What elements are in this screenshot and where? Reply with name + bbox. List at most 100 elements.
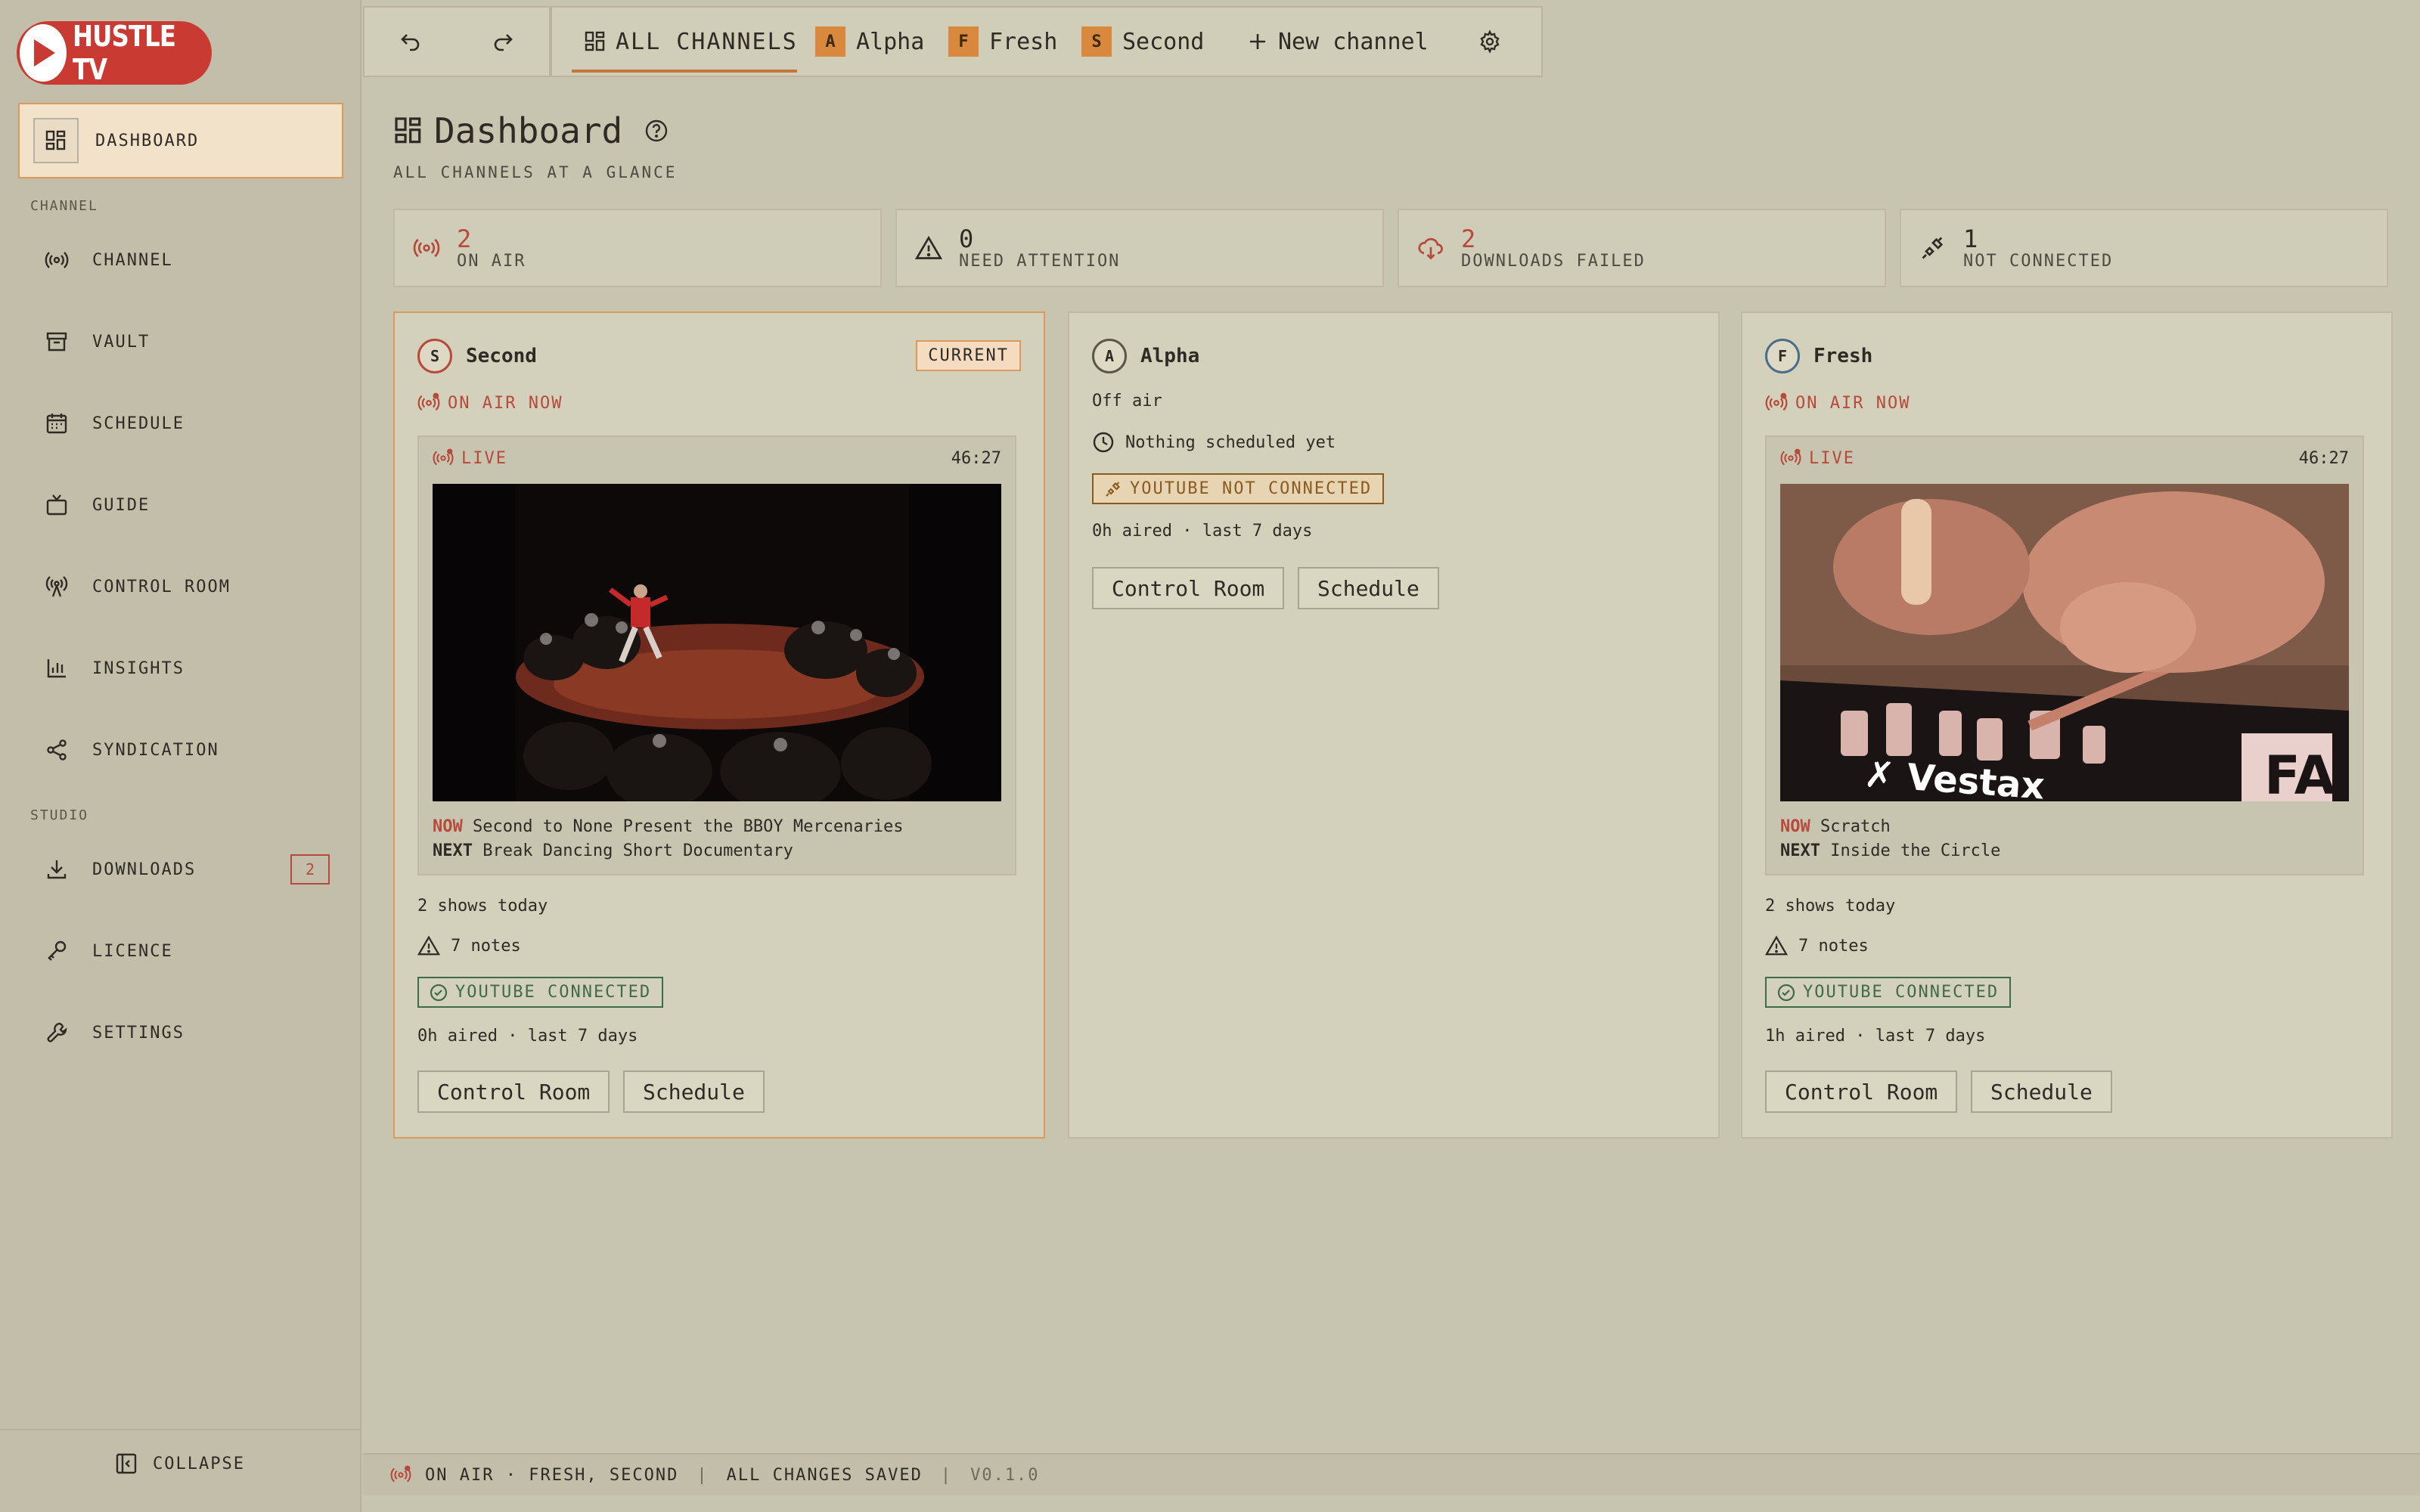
broadcast-icon [417, 392, 440, 414]
plus-icon [1248, 32, 1267, 51]
channel-card-second: S Second CURRENT ON AIR NOW LIVE 46:27 N… [393, 311, 1045, 1139]
channel-avatar: S [417, 339, 452, 373]
help-icon[interactable] [644, 118, 669, 144]
channel-name[interactable]: Second [466, 345, 537, 367]
calendar-icon [44, 411, 70, 436]
tab-label: Alpha [856, 28, 925, 55]
tab-label: Fresh [989, 28, 1058, 55]
sidebar-item-label: SCHEDULE [92, 414, 185, 433]
stat-label: NEED ATTENTION [959, 251, 1121, 271]
clock-icon [1092, 431, 1115, 454]
stat-on-air: 2 ON AIR [393, 209, 882, 287]
share-icon [44, 737, 70, 763]
active-tab-indicator [572, 70, 797, 73]
undo-icon[interactable] [398, 29, 424, 54]
live-time: 46:27 [2298, 448, 2349, 468]
tab-second[interactable]: S Second [1081, 8, 1204, 76]
on-air-status: ON AIR NOW [417, 392, 563, 414]
schedule-button[interactable]: Schedule [1971, 1070, 2112, 1113]
sidebar-item-vault[interactable]: VAULT [44, 319, 150, 364]
sidebar-item-label: DOWNLOADS [92, 860, 197, 879]
control-room-button[interactable]: Control Room [1765, 1070, 1958, 1113]
dashboard-icon [393, 116, 424, 146]
download-icon [44, 857, 70, 882]
tab-label: Second [1122, 28, 1205, 55]
live-preview[interactable]: LIVE 46:27 ✗ Vestax FA NOW Scratch NEXT … [1765, 435, 2364, 875]
channel-name[interactable]: Fresh [1813, 345, 1872, 367]
collapse-label: COLLAPSE [153, 1454, 245, 1473]
now-title: Second to None Present the BBOY Mercenar… [473, 817, 904, 836]
tab-alpha[interactable]: A Alpha [815, 8, 924, 76]
downloads-count-badge: 2 [290, 854, 330, 885]
channel-letter-badge: F [948, 26, 979, 57]
next-title: Inside the Circle [1830, 841, 2001, 860]
sidebar-item-label: INSIGHTS [92, 658, 185, 678]
tab-label: ALL CHANNELS [616, 28, 798, 55]
sidebar-item-label: SYNDICATION [92, 740, 219, 760]
now-tag: NOW [433, 817, 463, 836]
schedule-button[interactable]: Schedule [623, 1070, 765, 1113]
youtube-status-label: YOUTUBE CONNECTED [1803, 983, 2000, 1002]
sidebar-item-label: CHANNEL [92, 250, 173, 270]
control-room-button[interactable]: Control Room [1092, 567, 1285, 609]
tab-fresh[interactable]: F Fresh [948, 8, 1057, 76]
sidebar-item-dashboard[interactable]: DASHBOARD [18, 103, 343, 178]
off-air-status: Off air [1092, 392, 1162, 411]
unplug-icon [1918, 233, 1948, 263]
broadcast-icon [411, 233, 442, 263]
broadcast-icon [433, 448, 454, 469]
new-channel-button[interactable]: New channel [1248, 8, 1429, 76]
history-controls [365, 8, 551, 76]
sidebar-item-schedule[interactable]: SCHEDULE [44, 401, 185, 446]
live-time: 46:27 [951, 448, 1001, 468]
tv-icon [44, 492, 70, 518]
broadcast-icon [44, 247, 70, 273]
settings-button[interactable] [1478, 8, 1502, 76]
next-tag: NEXT [1780, 841, 1820, 860]
control-room-button[interactable]: Control Room [417, 1070, 610, 1113]
sidebar-item-licence[interactable]: LICENCE [44, 928, 173, 974]
page-header: Dashboard [393, 110, 669, 151]
archive-icon [44, 329, 70, 355]
sidebar-item-label: SETTINGS [92, 1023, 185, 1043]
notes-label: 7 notes [1798, 936, 1869, 956]
tab-all-channels[interactable]: ALL CHANNELS [584, 8, 798, 76]
redo-icon[interactable] [490, 29, 516, 54]
now-next: NOW Second to None Present the BBOY Merc… [433, 815, 904, 863]
stat-label: NOT CONNECTED [1963, 251, 2114, 271]
sidebar-item-control-room[interactable]: CONTROL ROOM [44, 564, 231, 609]
sidebar-item-insights[interactable]: INSIGHTS [44, 646, 185, 691]
sidebar-item-label: CONTROL ROOM [92, 577, 231, 596]
schedule-button[interactable]: Schedule [1298, 567, 1439, 609]
sidebar-item-downloads[interactable]: DOWNLOADS [44, 847, 196, 892]
stat-value: 0 [959, 224, 974, 253]
channel-name[interactable]: Alpha [1140, 345, 1199, 367]
channel-avatar: F [1765, 339, 1800, 373]
video-thumbnail: ✗ Vestax FA [1780, 484, 2349, 801]
brand-name: HUSTLE TV [72, 20, 176, 86]
shows-today: 2 shows today [1765, 897, 1896, 916]
now-next: NOW Scratch NEXT Inside the Circle [1780, 815, 2000, 863]
sidebar-item-channel[interactable]: CHANNEL [44, 237, 173, 283]
collapse-button[interactable]: COLLAPSE [0, 1429, 360, 1497]
youtube-status-badge: YOUTUBE CONNECTED [1765, 977, 2012, 1008]
stat-not-connected: 1 NOT CONNECTED [1900, 209, 2388, 287]
channel-card-alpha: A Alpha Off air Nothing scheduled yet YO… [1068, 311, 1720, 1139]
notes-label: 7 notes [451, 936, 521, 956]
sidebar-item-syndication[interactable]: SYNDICATION [44, 727, 219, 773]
card-header: F Fresh [1765, 339, 1872, 373]
notes-row[interactable]: 7 notes [417, 934, 521, 957]
sidebar-item-settings[interactable]: SETTINGS [44, 1010, 185, 1055]
live-indicator: LIVE [1780, 448, 1855, 469]
live-preview[interactable]: LIVE 46:27 NOW Second to None Present th… [417, 435, 1016, 875]
channel-tabs-bar: ALL CHANNELS A Alpha F Fresh S Second Ne… [363, 6, 1543, 77]
youtube-status-badge[interactable]: YOUTUBE NOT CONNECTED [1092, 473, 1385, 504]
stat-label: ON AIR [457, 251, 526, 271]
stat-value: 2 [1461, 224, 1476, 253]
sidebar-item-label: GUIDE [92, 495, 150, 515]
youtube-status-label: YOUTUBE CONNECTED [455, 983, 652, 1002]
sidebar-item-guide[interactable]: GUIDE [44, 482, 150, 528]
warning-icon [417, 934, 440, 957]
hustle-tv-logo[interactable]: HUSTLE TV [17, 20, 212, 86]
notes-row[interactable]: 7 notes [1765, 934, 1869, 957]
